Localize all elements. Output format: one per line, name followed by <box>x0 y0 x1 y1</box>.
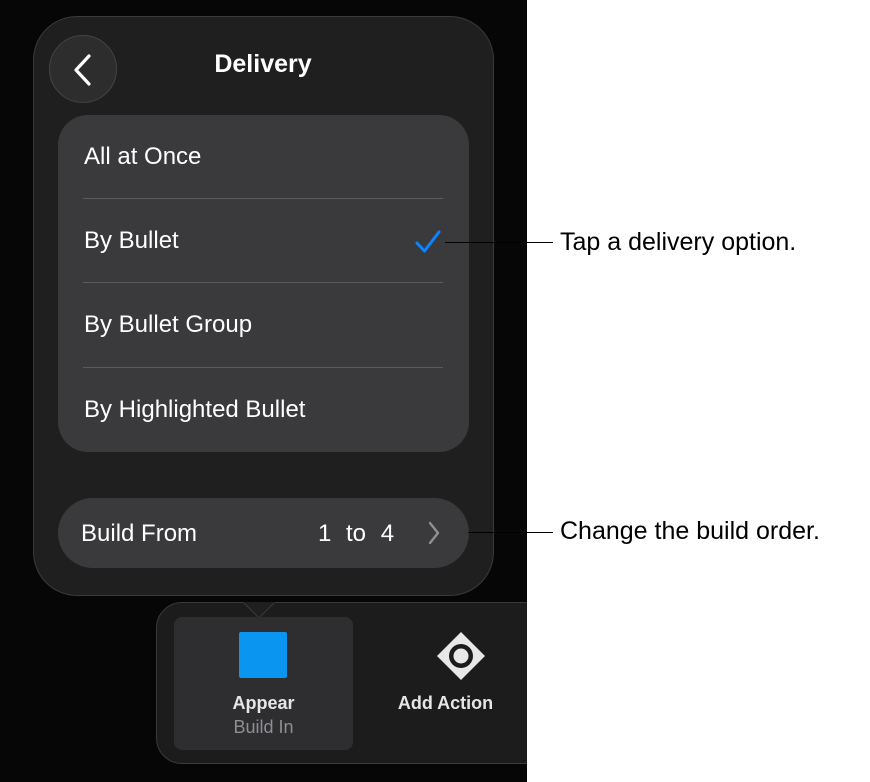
callout-line-build-order <box>468 532 553 533</box>
diamond-target-icon <box>437 632 485 680</box>
callout-build-order: Change the build order. <box>560 517 820 545</box>
add-action-label: Add Action <box>397 693 494 713</box>
build-in-label: Build In <box>233 717 294 737</box>
option-label: By Bullet <box>84 227 179 254</box>
appear-build-tile[interactable]: Appear Build In <box>174 617 353 750</box>
callout-line-delivery <box>445 242 553 243</box>
option-by-bullet-group[interactable]: By Bullet Group <box>58 283 469 367</box>
add-action-button[interactable]: Add Action <box>371 617 527 750</box>
chevron-right-icon <box>428 521 440 545</box>
app-screen: Delivery All at Once By Bullet By Bullet… <box>0 0 527 782</box>
checkmark-icon <box>415 230 441 253</box>
delivery-options-list: All at Once By Bullet By Bullet Group By… <box>58 115 469 452</box>
option-label: All at Once <box>84 143 202 170</box>
back-button[interactable] <box>49 35 117 103</box>
option-all-at-once[interactable]: All at Once <box>58 115 469 199</box>
popover-pointer <box>243 602 275 619</box>
chevron-left-icon <box>74 54 91 86</box>
appear-label: Appear <box>232 693 295 713</box>
option-by-bullet[interactable]: By Bullet <box>58 199 469 283</box>
build-from-value: 1 to 4 <box>318 520 395 547</box>
option-label: By Highlighted Bullet <box>84 396 306 423</box>
popover-title: Delivery <box>214 50 312 78</box>
build-from-row[interactable]: Build From 1 to 4 <box>58 498 469 568</box>
build-from-label: Build From <box>81 520 198 547</box>
option-label: By Bullet Group <box>84 311 253 338</box>
callout-delivery: Tap a delivery option. <box>560 228 797 256</box>
appear-effect-thumbnail <box>239 632 287 678</box>
option-by-highlighted-bullet[interactable]: By Highlighted Bullet <box>58 368 469 452</box>
